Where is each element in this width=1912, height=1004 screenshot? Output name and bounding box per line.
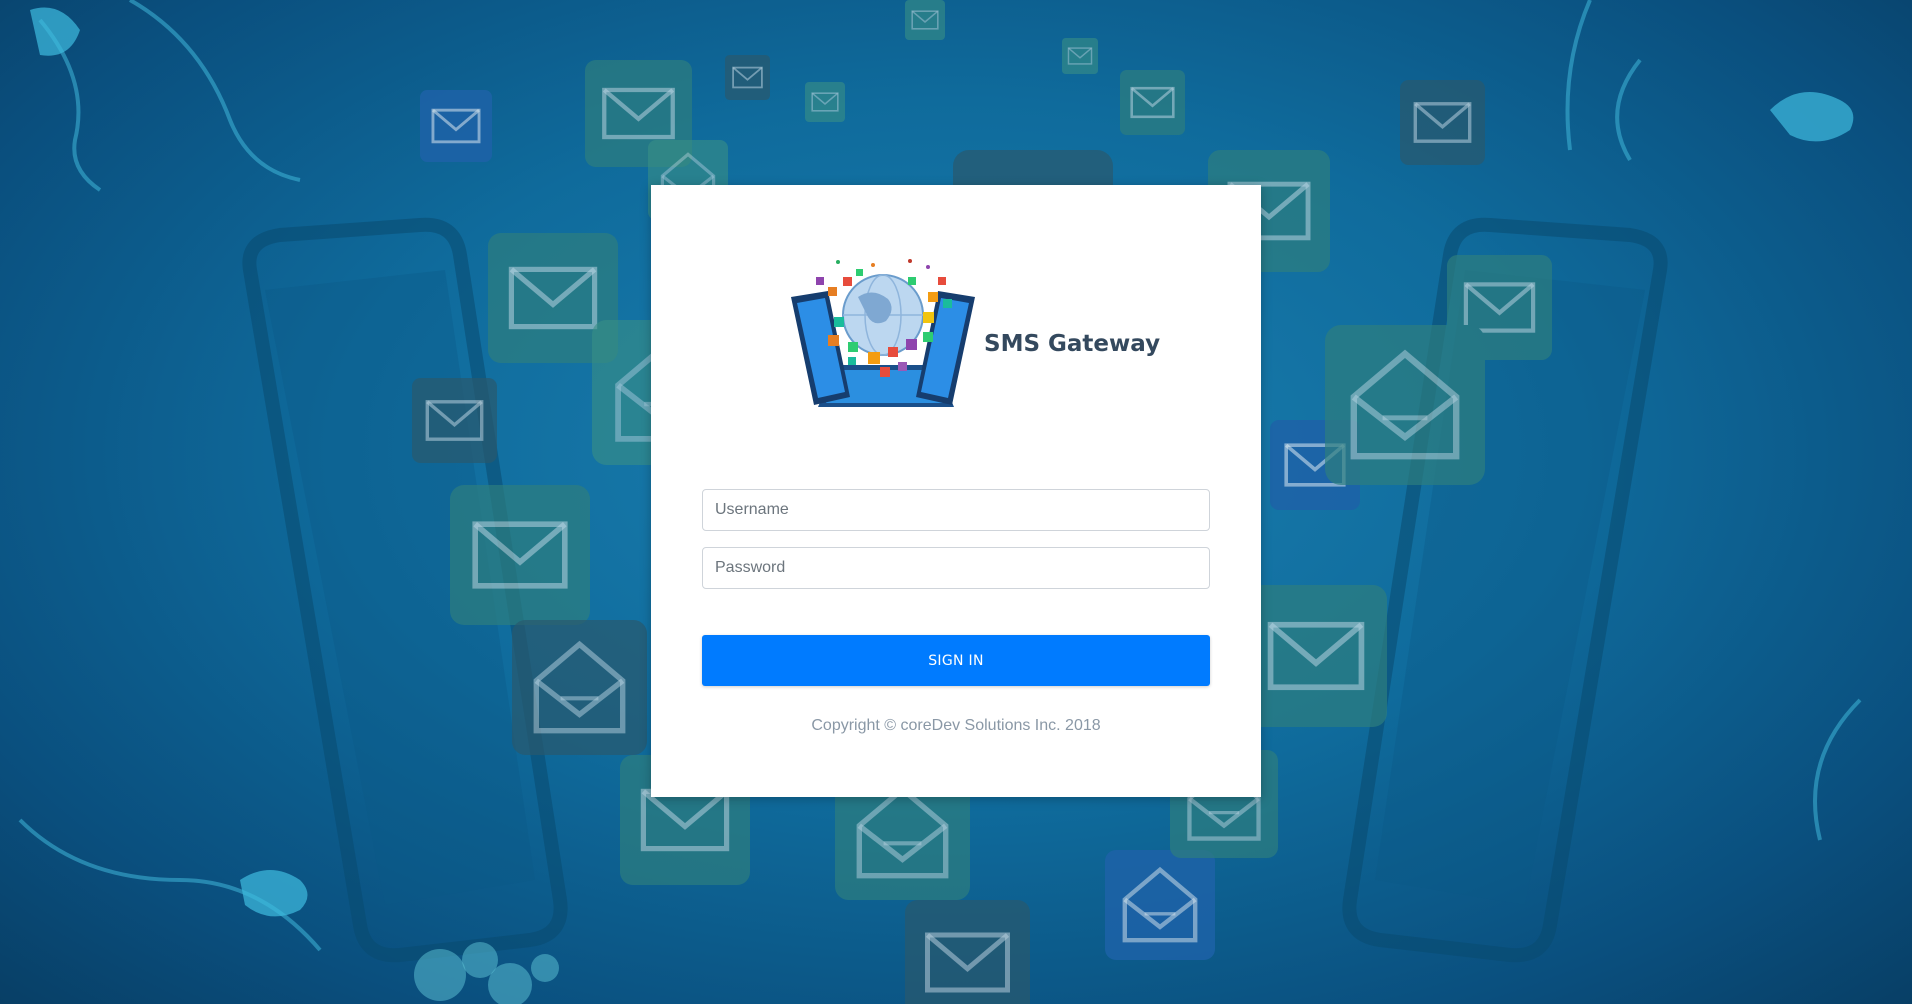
password-input[interactable] [702,547,1210,589]
login-card: SMS Gateway SIGN IN Copyright © coreDev … [651,185,1261,797]
logo: SMS Gateway [788,247,1160,427]
sign-in-button[interactable]: SIGN IN [702,635,1210,686]
copyright-text: Copyright © coreDev Solutions Inc. 2018 [811,717,1101,734]
globe-phones-logo-icon [791,259,975,407]
username-input[interactable] [702,489,1210,531]
app-title: SMS Gateway [984,331,1161,357]
